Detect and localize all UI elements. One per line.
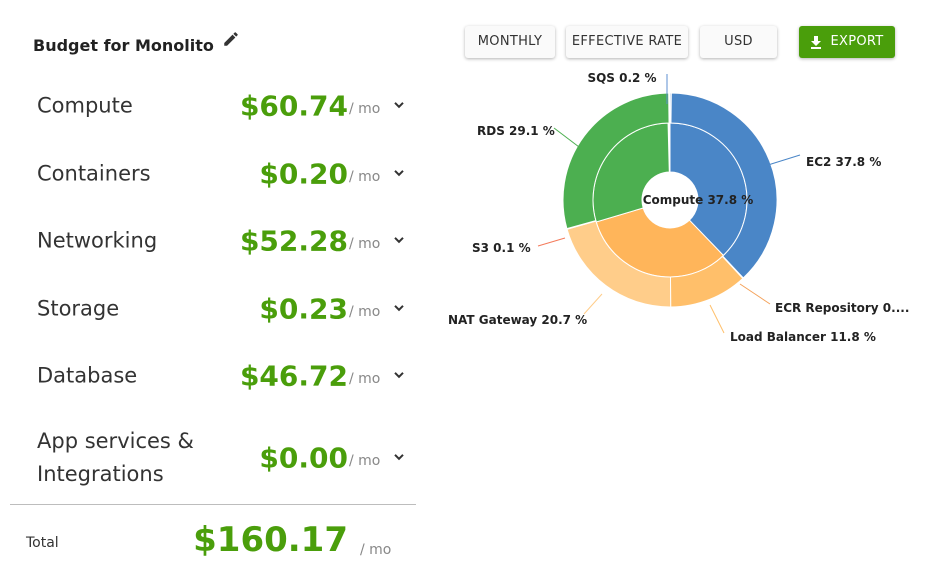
- pencil-icon[interactable]: [222, 30, 240, 48]
- row-unit: / mo: [349, 236, 381, 253]
- budget-title: Budget for Monolito: [33, 36, 214, 55]
- slice-label: RDS 29.1 %: [477, 124, 555, 138]
- chevron-down-icon[interactable]: [393, 451, 405, 463]
- download-icon: [811, 35, 822, 49]
- chevron-down-icon[interactable]: [393, 167, 405, 179]
- row-label: Compute: [37, 93, 133, 118]
- currency-button[interactable]: USD: [700, 26, 777, 58]
- total-label: Total: [26, 535, 59, 551]
- leader-line: [767, 154, 801, 166]
- leader-line: [739, 283, 771, 305]
- row-label: App services & Integrations: [37, 429, 194, 486]
- row-amount: $52.28: [239, 224, 348, 258]
- slice-label: S3 0.1 %: [472, 241, 531, 255]
- leader-line: [583, 293, 603, 315]
- chevron-down-icon[interactable]: [393, 99, 405, 111]
- row-unit: / mo: [349, 169, 381, 186]
- chevron-down-icon[interactable]: [393, 234, 405, 246]
- slice-label: Load Balancer 11.8 %: [730, 330, 876, 344]
- slice-label: EC2 37.8 %: [806, 155, 881, 169]
- row-label: Networking: [37, 228, 158, 253]
- divider: [10, 504, 416, 505]
- row-amount: $0.20: [259, 157, 348, 191]
- budget-row-app-services[interactable]: App services & Integrations $0.00 / mo: [10, 426, 410, 490]
- export-label: EXPORT: [830, 34, 884, 49]
- row-label: Containers: [37, 161, 151, 186]
- slice-label: SQS 0.2 %: [587, 71, 656, 85]
- leader-line: [553, 127, 584, 151]
- budget-row-storage[interactable]: Storage $0.23 / mo: [10, 279, 410, 339]
- budget-row-compute[interactable]: Compute $60.74 / mo: [10, 76, 410, 136]
- chevron-down-icon[interactable]: [393, 369, 405, 381]
- budget-panel: Budget for Monolito Compute $60.74 / mo …: [10, 0, 416, 574]
- row-amount: $60.74: [239, 89, 348, 123]
- budget-row-networking[interactable]: Networking $52.28 / mo: [10, 211, 410, 271]
- row-amount: $0.23: [259, 292, 348, 326]
- chevron-down-icon[interactable]: [393, 302, 405, 314]
- budget-row-database[interactable]: Database $46.72 / mo: [10, 346, 410, 406]
- monthly-button[interactable]: MONTHLY: [465, 26, 555, 58]
- budget-row-containers[interactable]: Containers $0.20 / mo: [10, 144, 410, 204]
- row-label: Storage: [37, 296, 120, 321]
- cost-breakdown-chart: SQS 0.2 % EC2 37.8 % ECR Repository 0.... L…: [448, 71, 909, 344]
- row-amount: $46.72: [239, 359, 348, 393]
- row-label: Database: [37, 363, 138, 388]
- leader-line: [709, 304, 725, 334]
- export-button[interactable]: EXPORT: [799, 26, 895, 58]
- chart-center-label: Compute 37.8 %: [643, 193, 754, 207]
- leader-line: [537, 237, 566, 247]
- row-unit: / mo: [349, 371, 381, 388]
- slice-label: NAT Gateway 20.7 %: [448, 313, 587, 327]
- row-unit: / mo: [349, 101, 381, 118]
- row-unit: / mo: [349, 453, 381, 470]
- total-amount: $160.17: [193, 520, 348, 560]
- slice-label: ECR Repository 0....: [775, 301, 909, 315]
- effective-rate-button[interactable]: EFFECTIVE RATE: [566, 26, 688, 58]
- row-amount: $0.00: [259, 441, 348, 475]
- row-unit: / mo: [349, 304, 381, 321]
- total-unit: / mo: [360, 542, 392, 558]
